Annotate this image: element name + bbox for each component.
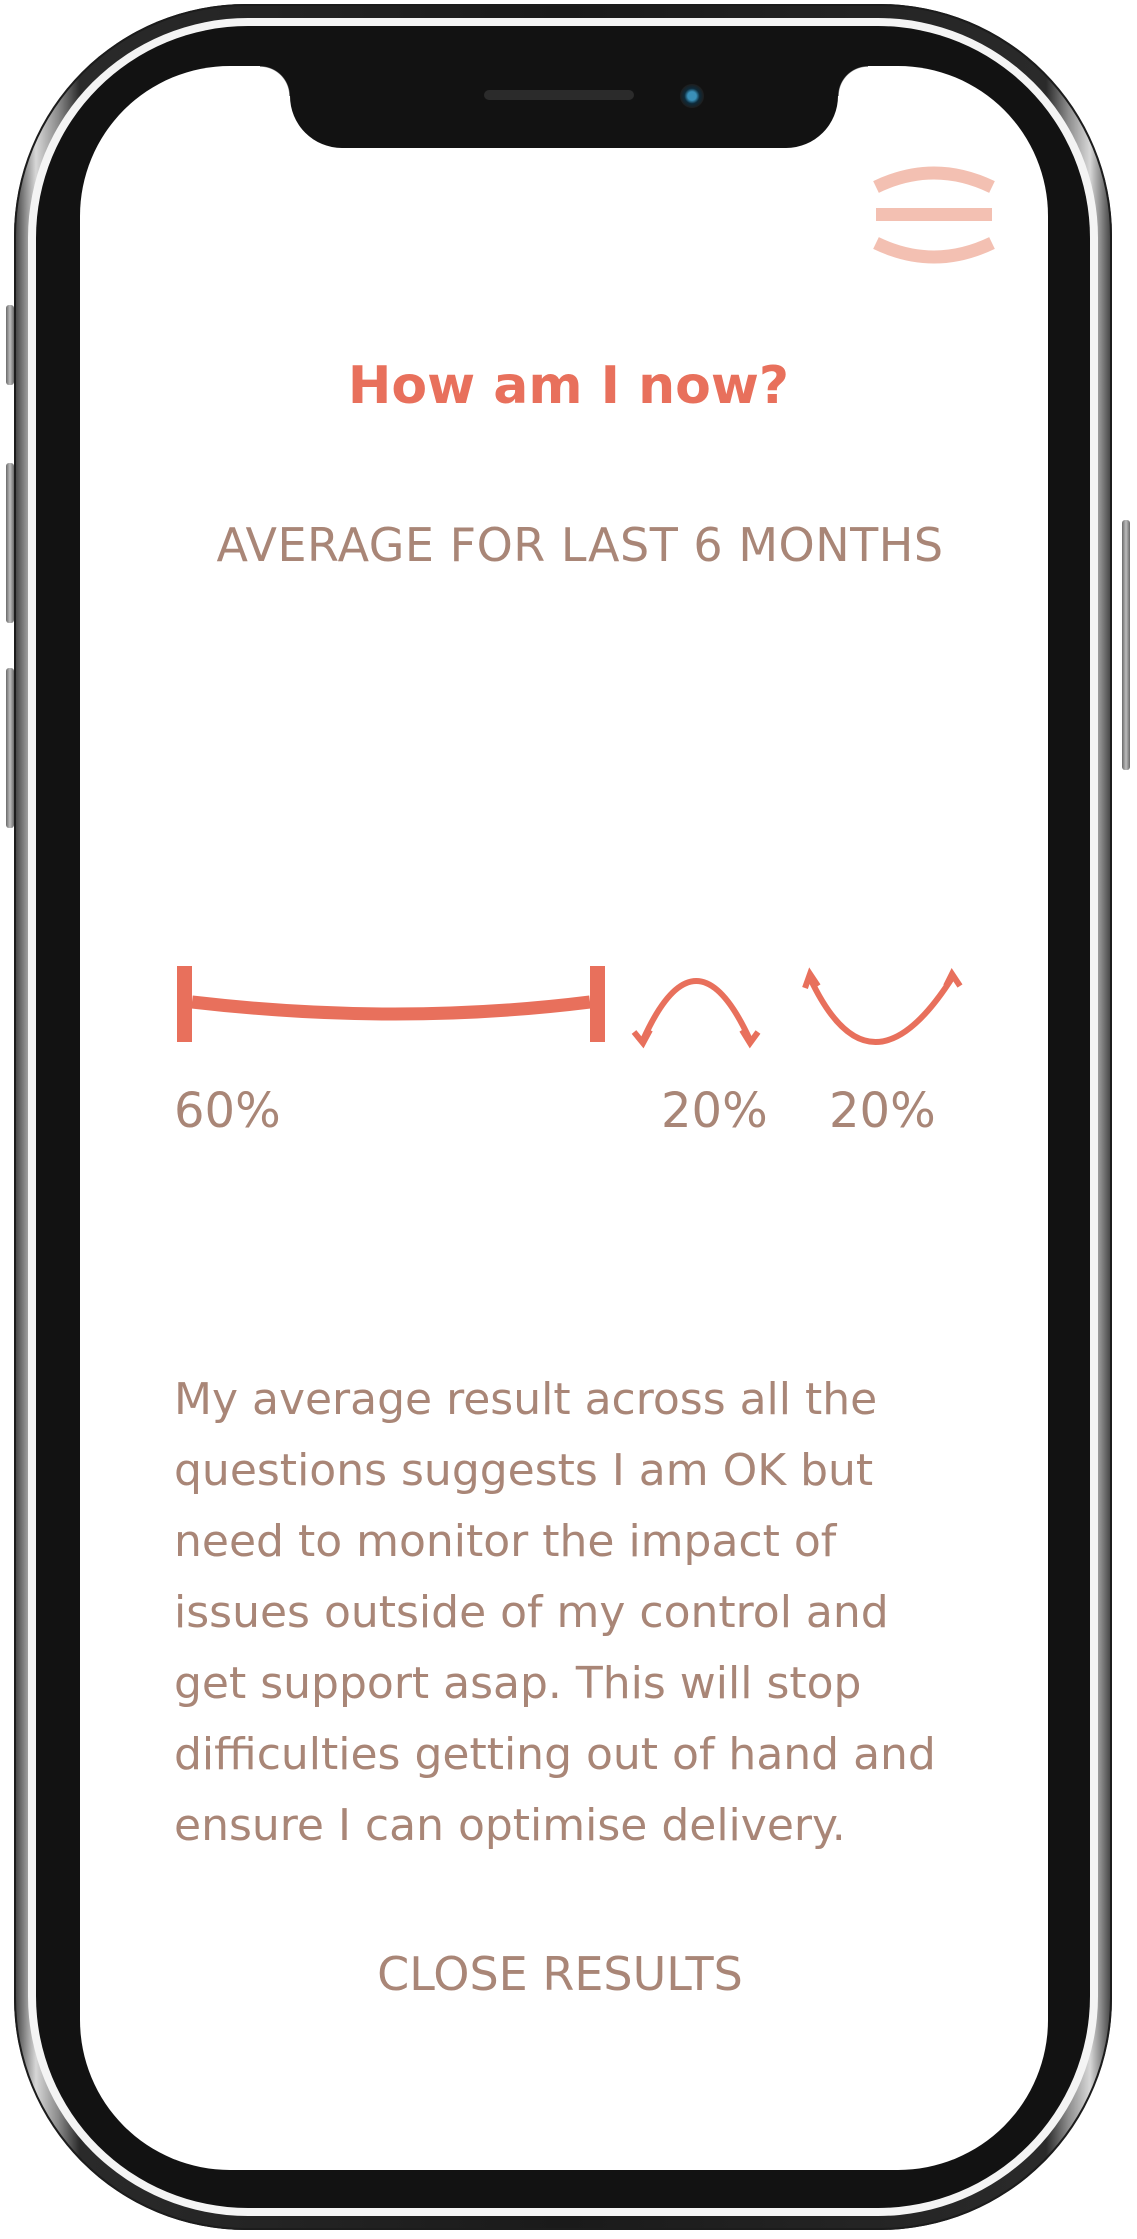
flat-percent-label: 60% [174, 1083, 281, 1139]
hamburger-menu-icon[interactable] [868, 163, 1000, 267]
result-description: My average result across all the questio… [174, 1374, 936, 1851]
results-scale [177, 966, 963, 1049]
close-results-button[interactable]: CLOSE RESULTS [0, 1947, 1120, 2001]
period-subtitle: AVERAGE FOR LAST 6 MONTHS [216, 518, 944, 572]
notch [260, 66, 868, 148]
speaker-grille [484, 90, 634, 100]
smile-percent-label: 20% [829, 1083, 936, 1139]
frown-arc-icon [631, 978, 761, 1049]
page-title: How am I now? [347, 356, 790, 416]
smile-arc-icon [802, 967, 963, 1045]
front-camera [680, 84, 704, 108]
volume-down-button [6, 668, 14, 828]
frown-percent-label: 20% [661, 1083, 768, 1139]
flat-line-icon [177, 966, 605, 1042]
